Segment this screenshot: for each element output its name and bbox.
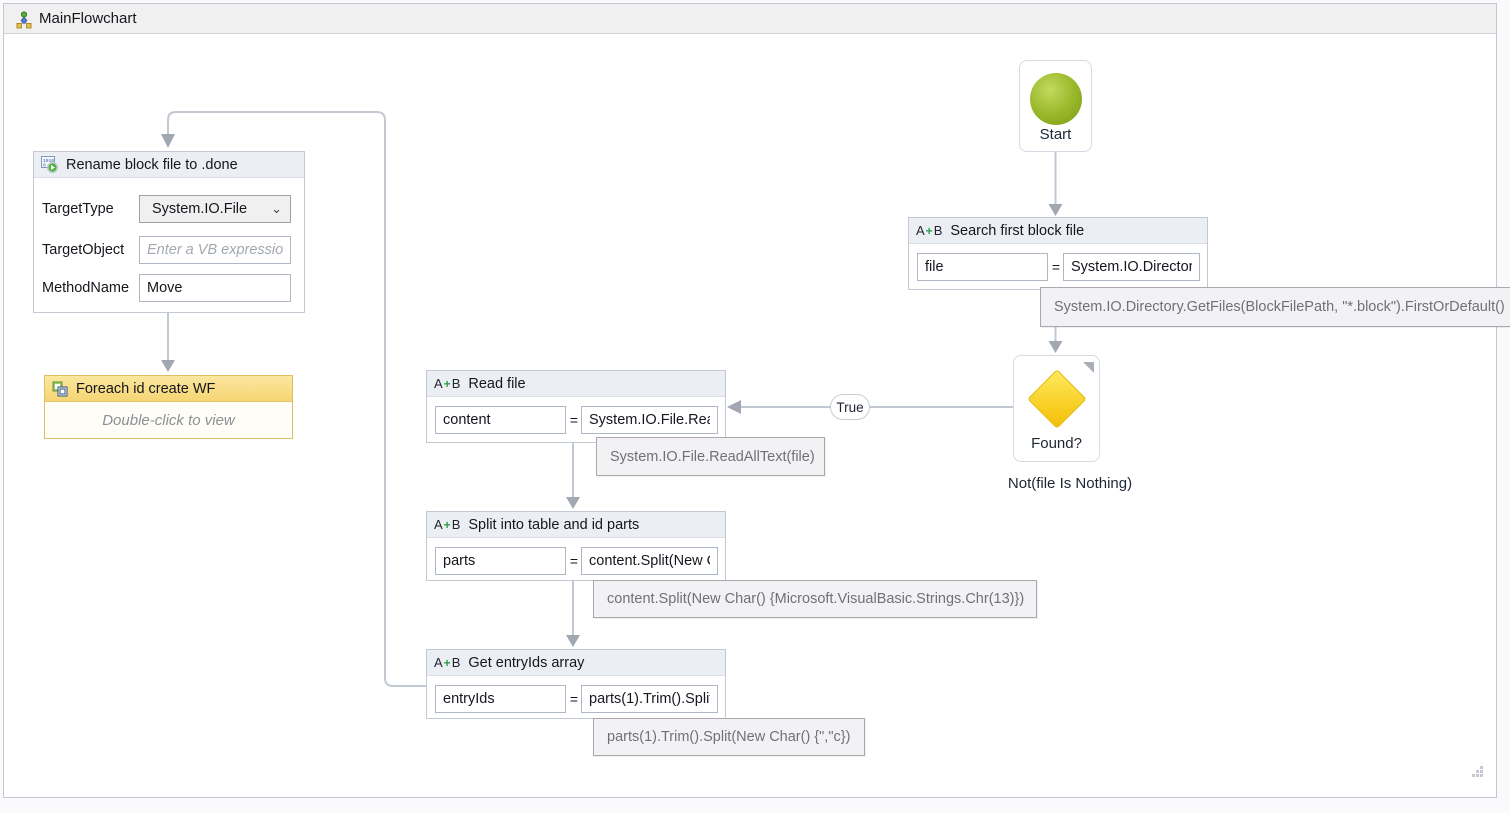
chevron-down-icon: ⌄ [271,196,282,222]
activity-title: Get entryIds array [468,655,584,671]
start-label: Start [1020,126,1091,143]
sequence-icon [52,381,68,397]
assign-value-field[interactable] [1063,253,1200,281]
collapsed-hint: Double-click to view [45,412,292,429]
assign-to-field[interactable] [435,685,566,713]
equals-sign: = [1051,259,1061,275]
activity-rename-block-file[interactable]: 1010 0 Rename block file to .done Target… [33,151,305,313]
assign-to-field[interactable] [917,253,1048,281]
activity-split-parts[interactable]: A+B Split into table and id parts = [426,511,726,581]
start-icon [1030,73,1082,125]
start-node[interactable]: Start [1019,60,1092,152]
equals-sign: = [569,691,579,707]
workflow-title: MainFlowchart [39,10,137,27]
assign-to-field[interactable] [435,406,566,434]
activity-title: Split into table and id parts [468,517,639,533]
activity-foreach-create-wf[interactable]: Foreach id create WF Double-click to vie… [44,375,293,439]
targettype-label: TargetType [42,195,114,223]
activity-read-file[interactable]: A+B Read file = [426,370,726,443]
flowchart-icon [15,11,33,29]
decision-label: Found? [1014,435,1099,452]
invoke-method-icon: 1010 0 [41,156,58,173]
decision-icon [1027,369,1086,428]
assign-icon: A+B [916,223,942,238]
expression-tooltip-split: content.Split(New Char() {Microsoft.Visu… [593,580,1037,618]
assign-icon: A+B [434,655,460,670]
svg-text:0: 0 [43,163,46,169]
assign-value-field[interactable] [581,685,718,713]
decision-node-found[interactable]: Found? [1013,355,1100,462]
collapse-corner-icon[interactable] [1083,362,1094,373]
activity-title: Read file [468,376,525,392]
targetobject-field[interactable] [139,236,291,264]
equals-sign: = [569,553,579,569]
expression-tooltip-entry: parts(1).Trim().Split(New Char() {","c}) [593,718,865,756]
activity-search-first-block-file[interactable]: A+B Search first block file = [908,217,1208,290]
methodname-label: MethodName [42,274,129,302]
methodname-field[interactable] [139,274,291,302]
expression-tooltip-search: System.IO.Directory.GetFiles(BlockFilePa… [1040,287,1510,327]
true-branch-label: True [830,394,870,420]
assign-icon: A+B [434,376,460,391]
activity-title: Rename block file to .done [66,157,238,173]
targetobject-label: TargetObject [42,236,124,264]
assign-value-field[interactable] [581,406,718,434]
decision-condition: Not(file Is Nothing) [1005,475,1135,492]
assign-to-field[interactable] [435,547,566,575]
workflow-title-bar: MainFlowchart [3,3,1497,34]
targettype-dropdown[interactable]: System.IO.File ⌄ [139,195,291,223]
resize-grip[interactable] [1468,762,1486,780]
equals-sign: = [569,412,579,428]
expression-tooltip-read: System.IO.File.ReadAllText(file) [596,437,825,476]
activity-get-entryids[interactable]: A+B Get entryIds array = [426,649,726,719]
assign-value-field[interactable] [581,547,718,575]
activity-title: Foreach id create WF [76,381,215,397]
activity-title: Search first block file [950,223,1084,239]
assign-icon: A+B [434,517,460,532]
